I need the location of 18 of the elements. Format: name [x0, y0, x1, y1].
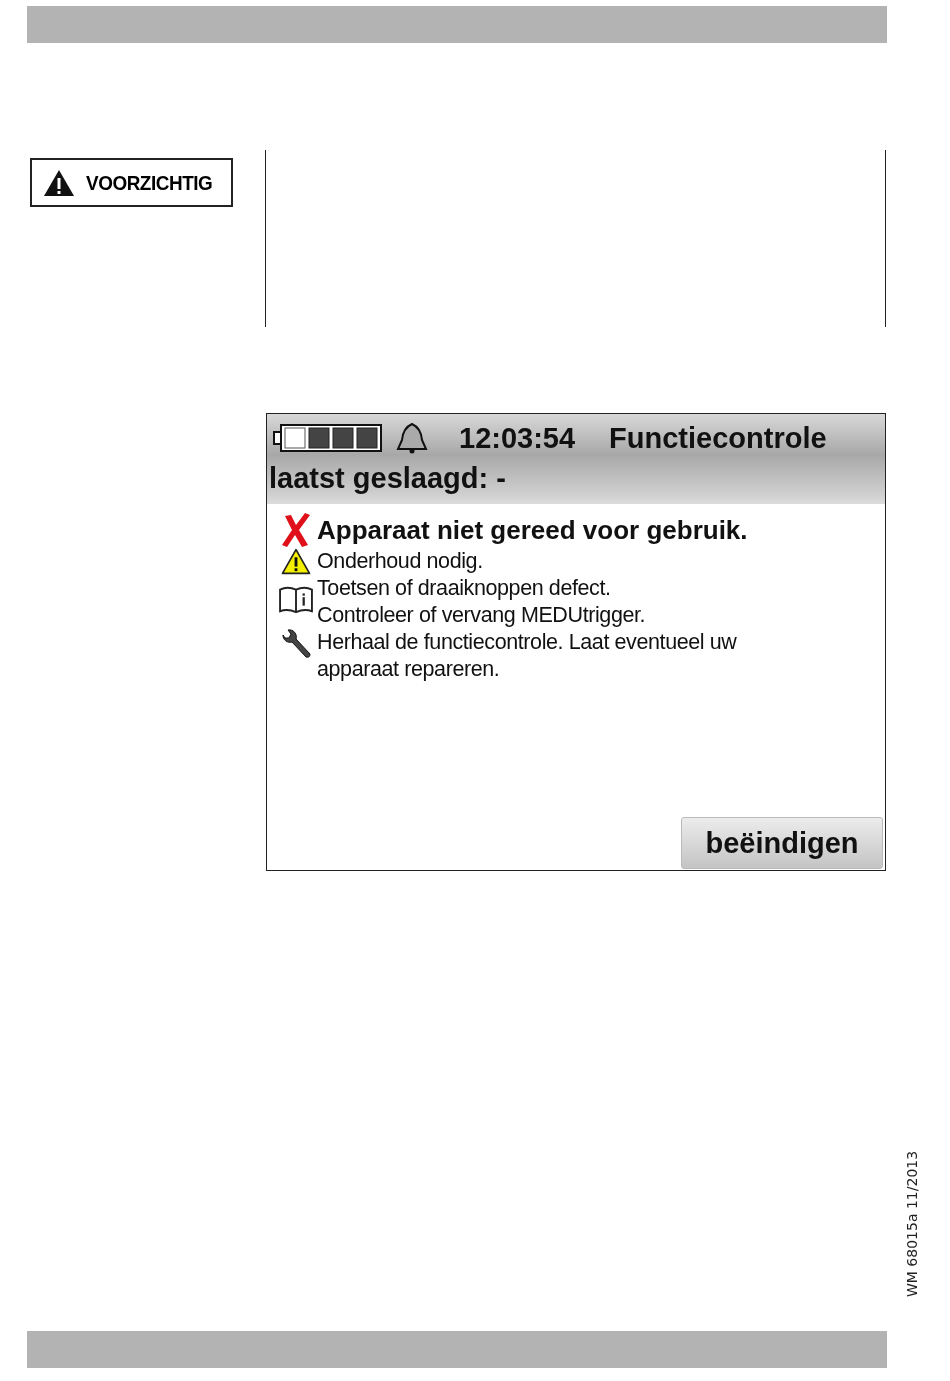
message-line: Onderhoud nodig.	[317, 548, 484, 575]
book-icon	[278, 585, 314, 615]
message-line: Controleer of vervang MEDUtrigger.	[317, 602, 647, 629]
status-headline: Apparaat niet gereed voor gebruik.	[317, 514, 749, 547]
finish-button[interactable]: beëindigen	[681, 817, 883, 869]
cross-icon	[281, 512, 311, 548]
document-code: WM 68015a 11/2013	[904, 1149, 920, 1297]
screen-title: Functiecontrole	[609, 421, 827, 455]
last-passed-text: laatst geslaagd: -	[269, 462, 507, 495]
caution-text: VOORZICHTIG	[86, 170, 213, 195]
bell-icon	[395, 422, 429, 454]
message-line: Herhaal de functiecontrole. Laat eventueel uw apparaat repareren.	[317, 629, 738, 683]
warning-icon	[280, 548, 312, 575]
clock-time: 12:03:54	[459, 421, 576, 455]
wrench-icon	[280, 629, 312, 659]
warning-icon	[43, 168, 76, 197]
battery-icon	[273, 423, 383, 453]
message-line: Toetsen of draaiknoppen defect.	[317, 575, 612, 602]
